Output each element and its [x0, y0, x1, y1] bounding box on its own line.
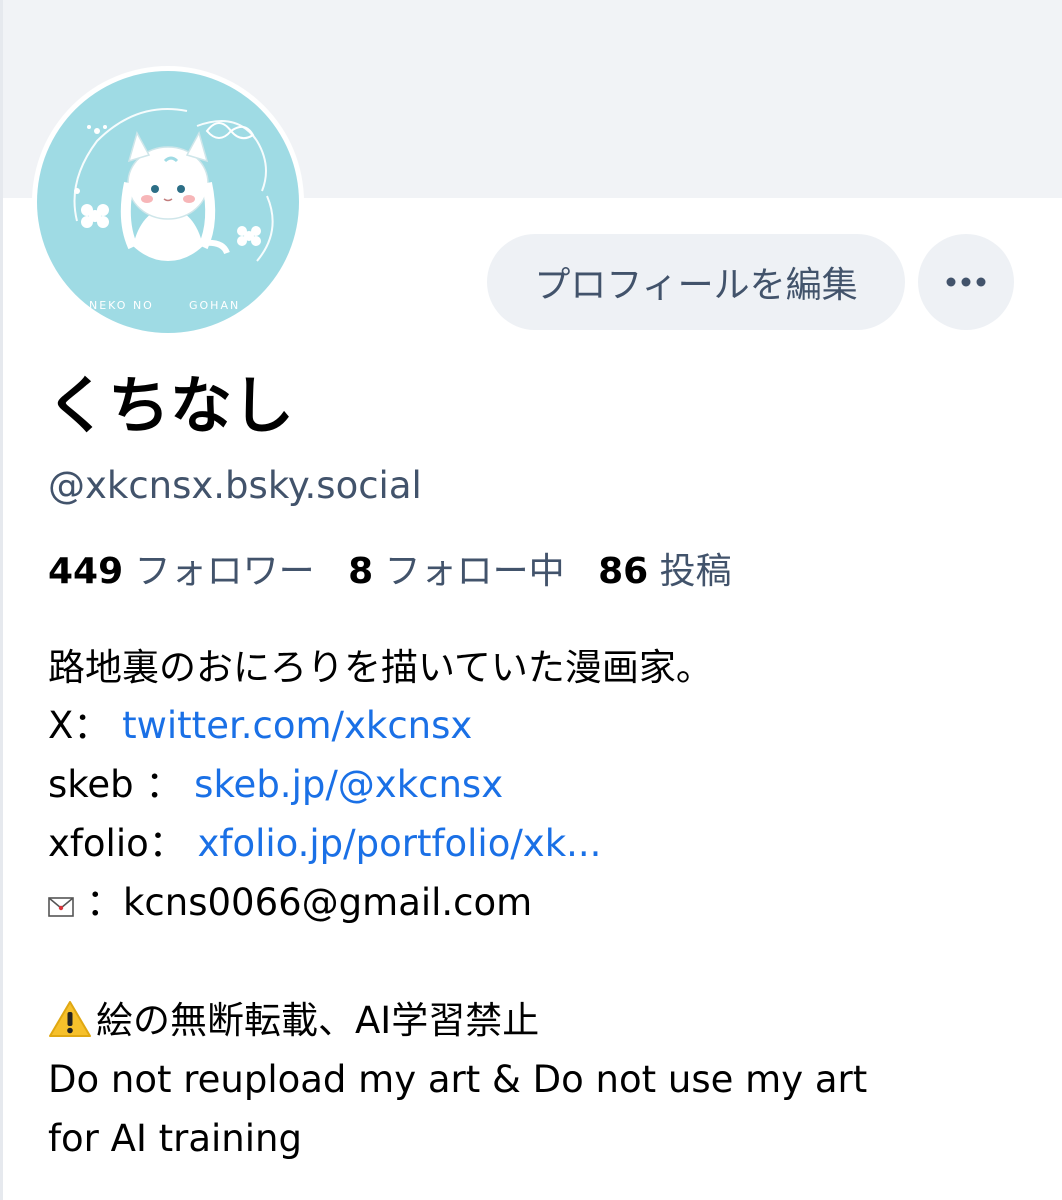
bio-english-line-1: Do not reupload my art & Do not use my a…	[48, 1058, 868, 1101]
bio-mail-prefix: ：	[86, 881, 123, 924]
posts-stat: 86 投稿	[598, 549, 732, 595]
more-dots-icon	[946, 277, 986, 287]
edit-profile-button[interactable]: プロフィールを編集	[487, 234, 905, 330]
x-profile-link[interactable]: twitter.com/xkcnsx	[122, 704, 472, 747]
bio-skeb-line: skeb ： skeb.jp/@xkcnsx	[48, 762, 503, 808]
skeb-link[interactable]: skeb.jp/@xkcnsx	[194, 763, 503, 806]
followers-count: 449	[48, 551, 124, 592]
user-handle: @xkcnsx.bsky.social	[48, 464, 422, 507]
bio-skeb-prefix: skeb ：	[48, 763, 183, 806]
following-stat[interactable]: 8 フォロー中	[348, 549, 565, 595]
envelope-icon	[48, 897, 74, 917]
posts-count: 86	[598, 551, 649, 592]
left-divider	[0, 0, 3, 1200]
following-label: フォロー中	[384, 551, 565, 592]
bio-intro: 路地裏のおにろりを描いていた漫画家。	[48, 646, 713, 689]
bio-warning-line: 絵の無断転載、AI学習禁止	[48, 998, 539, 1044]
bio-warning-text: 絵の無断転載、AI学習禁止	[96, 999, 540, 1042]
avatar[interactable]: NEKO NO GOHAN	[32, 66, 304, 338]
display-name: くちなし	[46, 369, 295, 442]
followers-stat[interactable]: 449 フォロワー	[48, 549, 315, 595]
bio-mail-line: ：kcns0066@gmail.com	[48, 880, 532, 926]
posts-label: 投稿	[659, 551, 732, 592]
xfolio-link[interactable]: xfolio.jp/portfolio/xk...	[198, 822, 602, 865]
email-address: kcns0066@gmail.com	[123, 881, 533, 924]
bio-xfolio-prefix: xfolio：	[48, 822, 186, 865]
avatar-logo-text-left: NEKO NO	[89, 299, 154, 312]
more-options-button[interactable]	[918, 234, 1014, 330]
following-count: 8	[348, 551, 374, 592]
bio-xfolio-line: xfolio： xfolio.jp/portfolio/xk...	[48, 821, 601, 867]
bio-x-prefix: X：	[48, 704, 111, 747]
bio-x-line: X： twitter.com/xkcnsx	[48, 703, 472, 749]
avatar-illustration: NEKO NO GOHAN	[37, 71, 299, 333]
bio-english-line-2: for AI training	[48, 1117, 302, 1160]
warning-icon	[49, 1001, 91, 1037]
profile-stats: 449 フォロワー 8 フォロー中 86 投稿	[48, 549, 754, 595]
followers-label: フォロワー	[134, 551, 315, 592]
avatar-logo-text-right: GOHAN	[189, 299, 240, 312]
